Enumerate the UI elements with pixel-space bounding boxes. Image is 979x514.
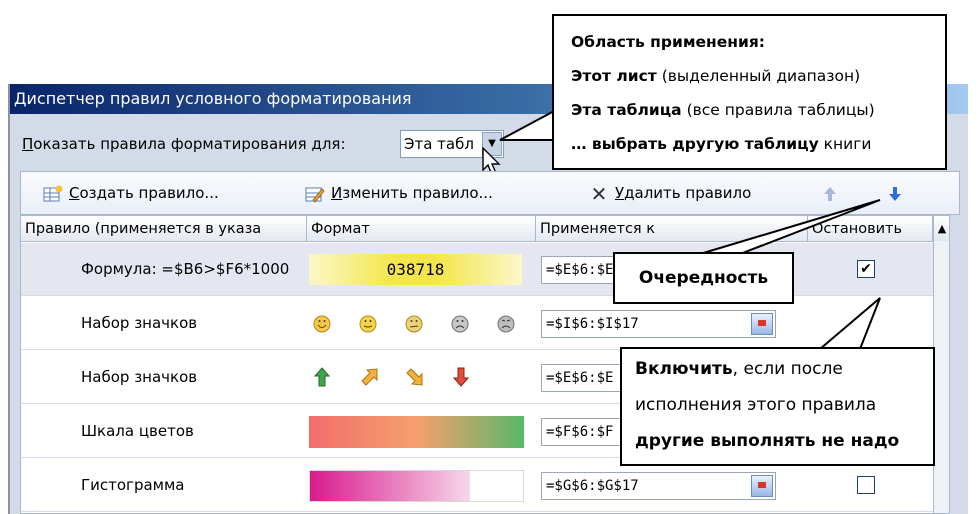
scope-callout-line1: Этот лист (выделенный диапазон) bbox=[571, 67, 861, 85]
scope-callout: Область применения: Этот лист (выделенны… bbox=[552, 14, 947, 170]
scope-callout-title: Область применения: bbox=[571, 33, 765, 51]
stop-callout-line2: исполнения этого правила bbox=[635, 395, 877, 415]
stop-callout: Включить, если после исполнения этого пр… bbox=[620, 347, 935, 466]
scope-callout-line3: … выбрать другую таблицу книги bbox=[571, 135, 872, 153]
scope-callout-line2: Эта таблица (все правила таблицы) bbox=[571, 101, 875, 119]
order-callout: Очередность bbox=[613, 252, 794, 304]
stop-callout-line1: Включить, если после bbox=[635, 359, 843, 379]
stop-callout-line3: другие выполнять не надо bbox=[635, 431, 900, 451]
